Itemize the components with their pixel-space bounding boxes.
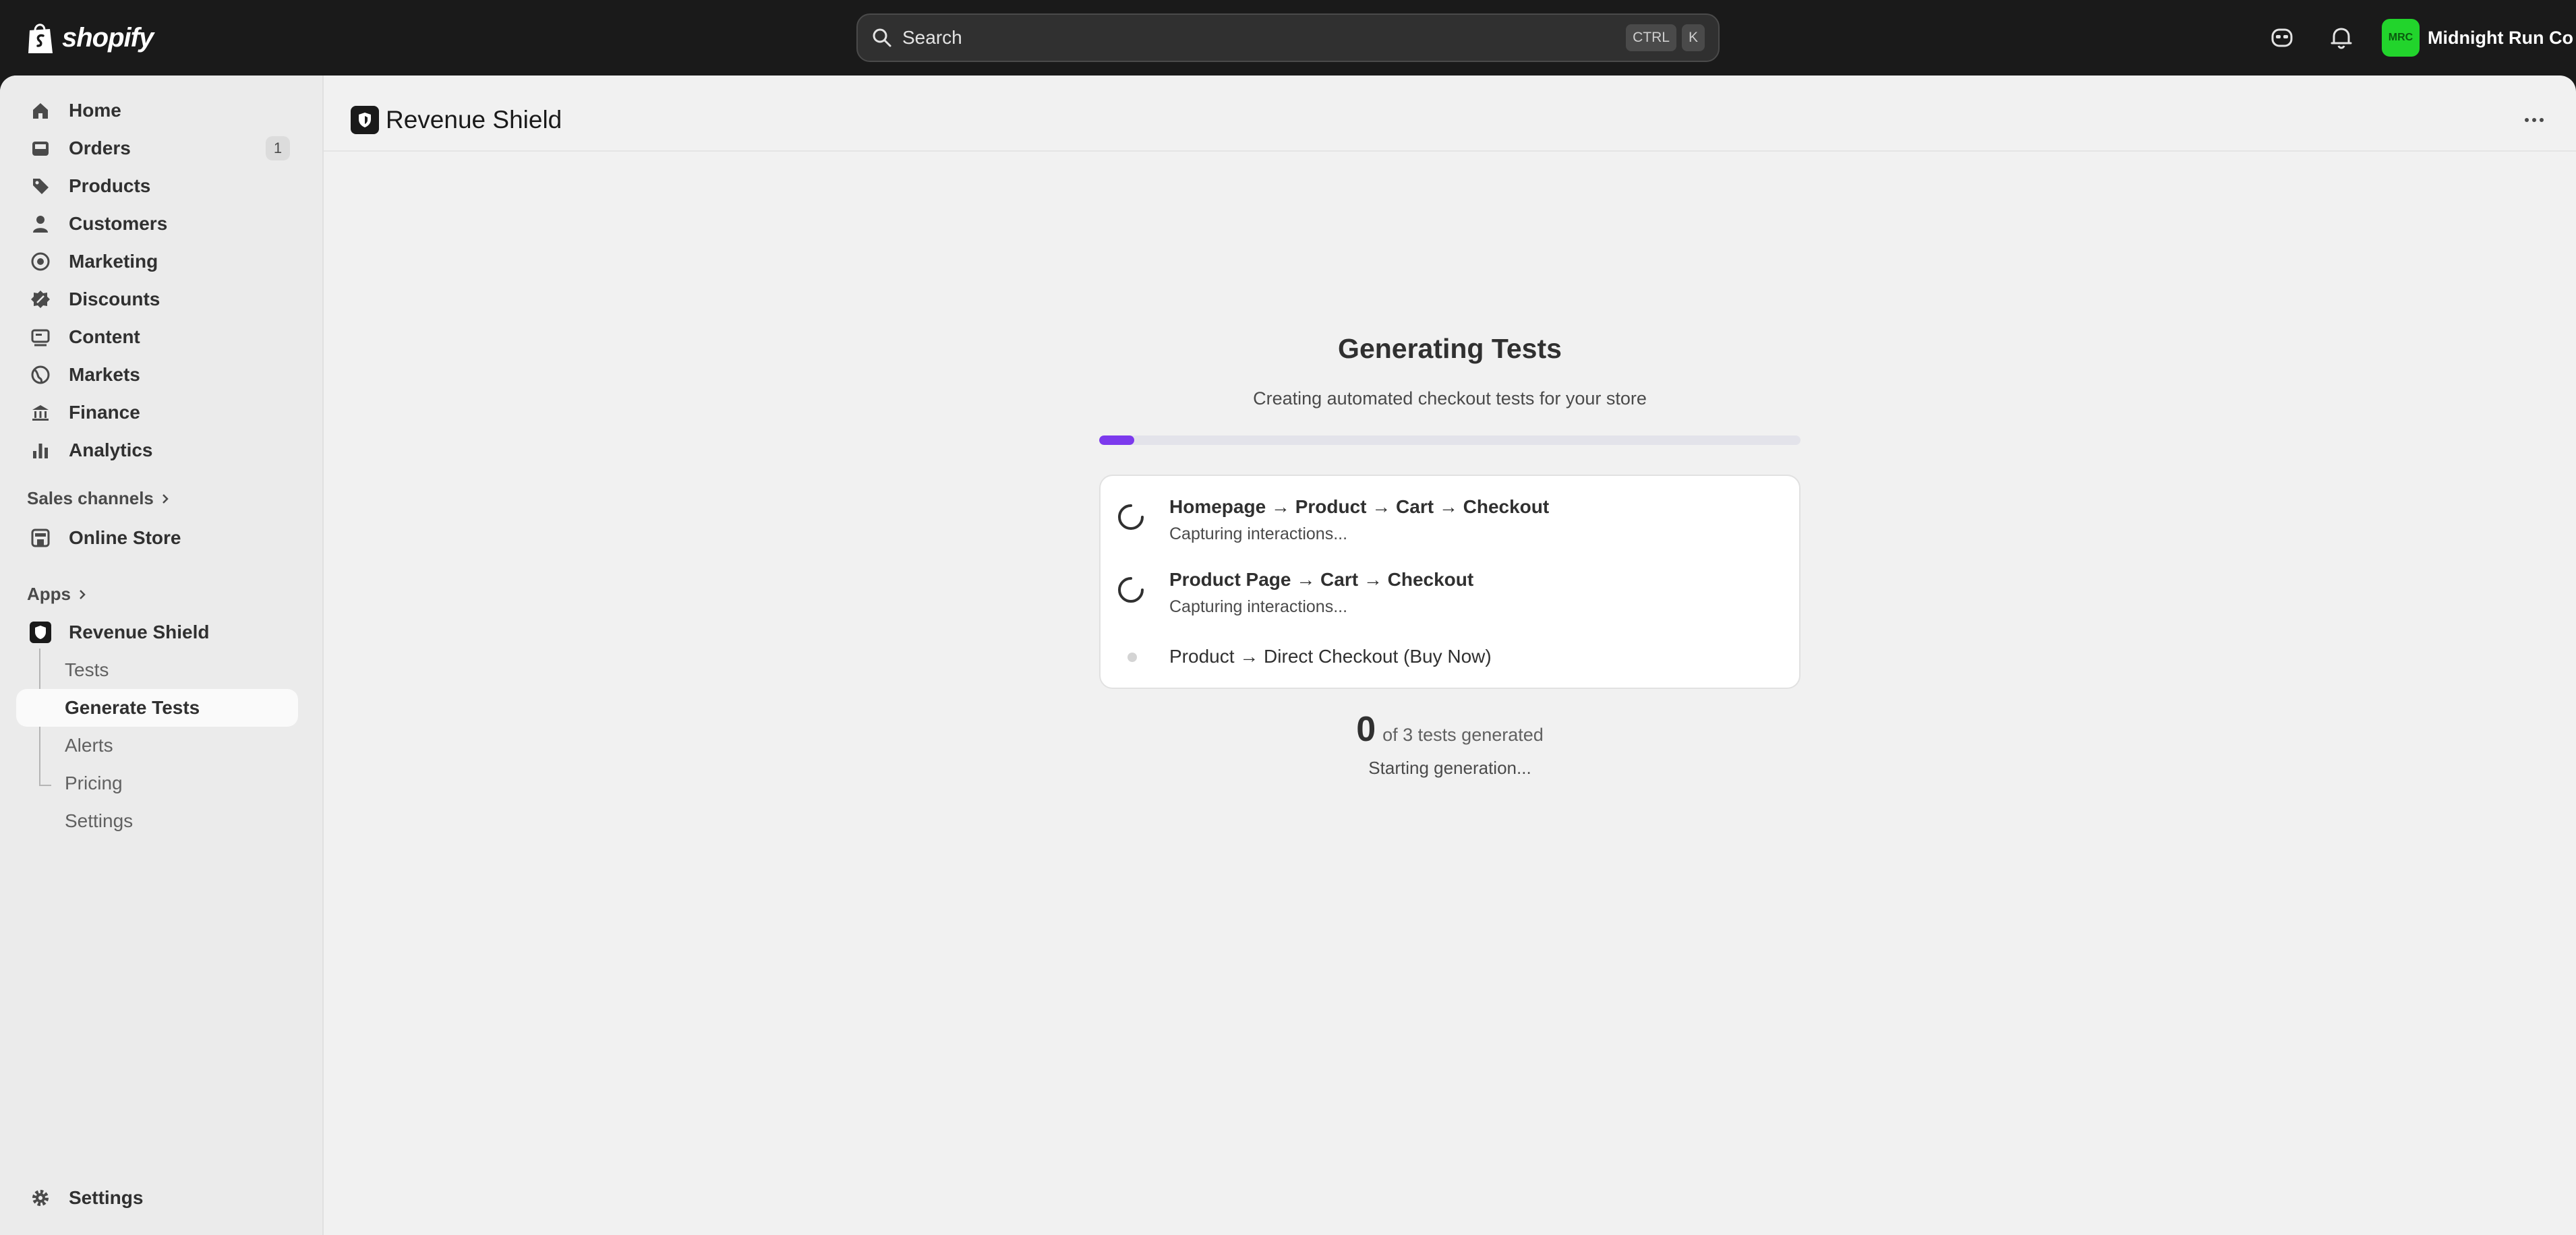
sales-channels-heading[interactable]: Sales channels <box>27 488 170 509</box>
test-name: Product → Direct Checkout (Buy Now) <box>1169 646 1492 667</box>
revenue-shield-app-icon <box>351 106 379 134</box>
generation-status: Starting generation... <box>1368 758 1531 778</box>
bank-icon <box>28 400 53 425</box>
content-icon <box>28 325 53 349</box>
sidebar-item-label: Revenue Shield <box>69 622 210 642</box>
store-icon <box>28 526 53 550</box>
sidekick-icon <box>2271 28 2293 47</box>
sidebar: Home Orders 1 Products Customers Marketi… <box>0 76 324 1235</box>
sidebar-item-home[interactable]: Home <box>16 92 298 129</box>
home-icon <box>28 98 53 123</box>
subitem-label: Generate Tests <box>65 697 200 718</box>
top-bar: shopify Search CTRL K MRC Midnight Run C… <box>0 0 2576 76</box>
search-placeholder: Search <box>902 27 962 48</box>
target-icon <box>28 249 53 274</box>
page-title: Revenue Shield <box>386 106 562 133</box>
globe-icon <box>28 363 53 387</box>
test-status: Capturing interactions... <box>1169 597 1348 616</box>
sidebar-subitem-alerts[interactable]: Alerts <box>16 727 298 764</box>
sidebar-item-label: Marketing <box>69 251 158 272</box>
store-name: Midnight Run Co <box>2428 27 2573 48</box>
sidebar-item-label: Markets <box>69 364 140 385</box>
sidebar-item-discounts[interactable]: Discounts <box>16 280 298 318</box>
shortcut-key-k: K <box>1681 24 1705 51</box>
revenue-shield-app-icon <box>28 620 53 644</box>
admin-frame: Home Orders 1 Products Customers Marketi… <box>0 76 2576 1235</box>
test-status: Capturing interactions... <box>1169 524 1348 543</box>
sidebar-item-label: Content <box>69 326 140 347</box>
sidebar-subitem-generate-tests[interactable]: Generate Tests <box>16 689 298 727</box>
orders-count-badge: 1 <box>266 136 290 160</box>
sidebar-item-marketing[interactable]: Marketing <box>16 243 298 280</box>
pending-dot-icon <box>1128 653 1137 662</box>
main-content: Revenue Shield Generating Tests Creating… <box>324 76 2576 1235</box>
person-icon <box>28 212 53 236</box>
sidebar-subitem-pricing[interactable]: Pricing <box>16 764 298 802</box>
avatar: MRC <box>2382 19 2420 57</box>
subitem-label: Alerts <box>65 735 113 756</box>
shopify-logo[interactable]: shopify <box>26 19 154 57</box>
sidebar-subitem-settings[interactable]: Settings <box>16 802 298 840</box>
generation-counter: 0 of 3 tests generated <box>324 709 2576 750</box>
sidebar-item-orders[interactable]: Orders 1 <box>16 129 298 167</box>
ellipsis-icon <box>2525 118 2544 122</box>
chevron-right-icon <box>80 589 86 599</box>
orders-icon <box>28 136 53 160</box>
sidebar-item-label: Home <box>69 100 121 121</box>
page-header: Revenue Shield <box>351 100 562 140</box>
search-bar[interactable]: Search CTRL K <box>856 13 1720 62</box>
subitem-label: Settings <box>65 810 134 831</box>
sidebar-item-label: Discounts <box>69 289 160 309</box>
sidebar-item-label: Online Store <box>69 527 181 548</box>
progress-bar-fill <box>1099 435 1134 445</box>
sidebar-item-label: Settings <box>69 1187 144 1208</box>
loading-spinner-icon <box>1118 504 1144 530</box>
subitem-label: Pricing <box>65 773 123 793</box>
apps-heading[interactable]: Apps <box>27 584 87 605</box>
progress-bar <box>1099 435 1801 445</box>
sidebar-item-products[interactable]: Products <box>16 167 298 205</box>
notifications-button[interactable] <box>2326 23 2356 53</box>
chevron-right-icon <box>163 493 169 504</box>
sidebar-item-analytics[interactable]: Analytics <box>16 431 298 469</box>
generated-count: 0 <box>1356 710 1376 749</box>
generation-subheading: Creating automated checkout tests for yo… <box>1253 388 1647 409</box>
sidebar-subitem-tests[interactable]: Tests <box>16 651 298 689</box>
sidebar-item-revenue-shield[interactable]: Revenue Shield <box>16 613 298 651</box>
sidebar-item-content[interactable]: Content <box>16 318 298 356</box>
bell-icon <box>2331 28 2352 49</box>
sidebar-item-online-store[interactable]: Online Store <box>16 519 298 557</box>
account-menu[interactable]: MRC Midnight Run Co <box>2382 19 2573 57</box>
sidebar-item-customers[interactable]: Customers <box>16 205 298 243</box>
sidebar-item-markets[interactable]: Markets <box>16 356 298 394</box>
gear-icon <box>28 1186 53 1210</box>
more-actions-button[interactable] <box>2519 105 2549 135</box>
sidekick-button[interactable] <box>2267 23 2297 53</box>
test-list-card: Homepage → Product → Cart → Checkout Cap… <box>1099 475 1801 689</box>
shortcut-key-ctrl: CTRL <box>1626 24 1676 51</box>
sidebar-item-label: Customers <box>69 213 168 234</box>
test-name: Product Page → Cart → Checkout <box>1169 569 1474 590</box>
discount-icon <box>28 287 53 311</box>
sidebar-item-label: Analytics <box>69 440 153 460</box>
apps-label: Apps <box>27 584 71 604</box>
sales-channels-label: Sales channels <box>27 488 154 508</box>
subitem-label: Tests <box>65 659 109 680</box>
brand-wordmark: shopify <box>62 22 154 53</box>
shopify-bag-icon <box>28 24 53 53</box>
sidebar-item-label: Products <box>69 175 151 196</box>
generation-heading: Generating Tests <box>1338 333 1562 364</box>
test-name: Homepage → Product → Cart → Checkout <box>1169 496 1550 517</box>
header-divider <box>324 150 2576 152</box>
loading-spinner-icon <box>1118 577 1144 603</box>
chart-icon <box>28 438 53 462</box>
tag-icon <box>28 174 53 198</box>
sidebar-item-finance[interactable]: Finance <box>16 394 298 431</box>
generated-count-text: of 3 tests generated <box>1382 725 1544 745</box>
sidebar-item-settings[interactable]: Settings <box>16 1179 298 1217</box>
sidebar-item-label: Finance <box>69 402 140 423</box>
sidebar-item-label: Orders <box>69 138 131 158</box>
search-icon <box>873 28 891 47</box>
